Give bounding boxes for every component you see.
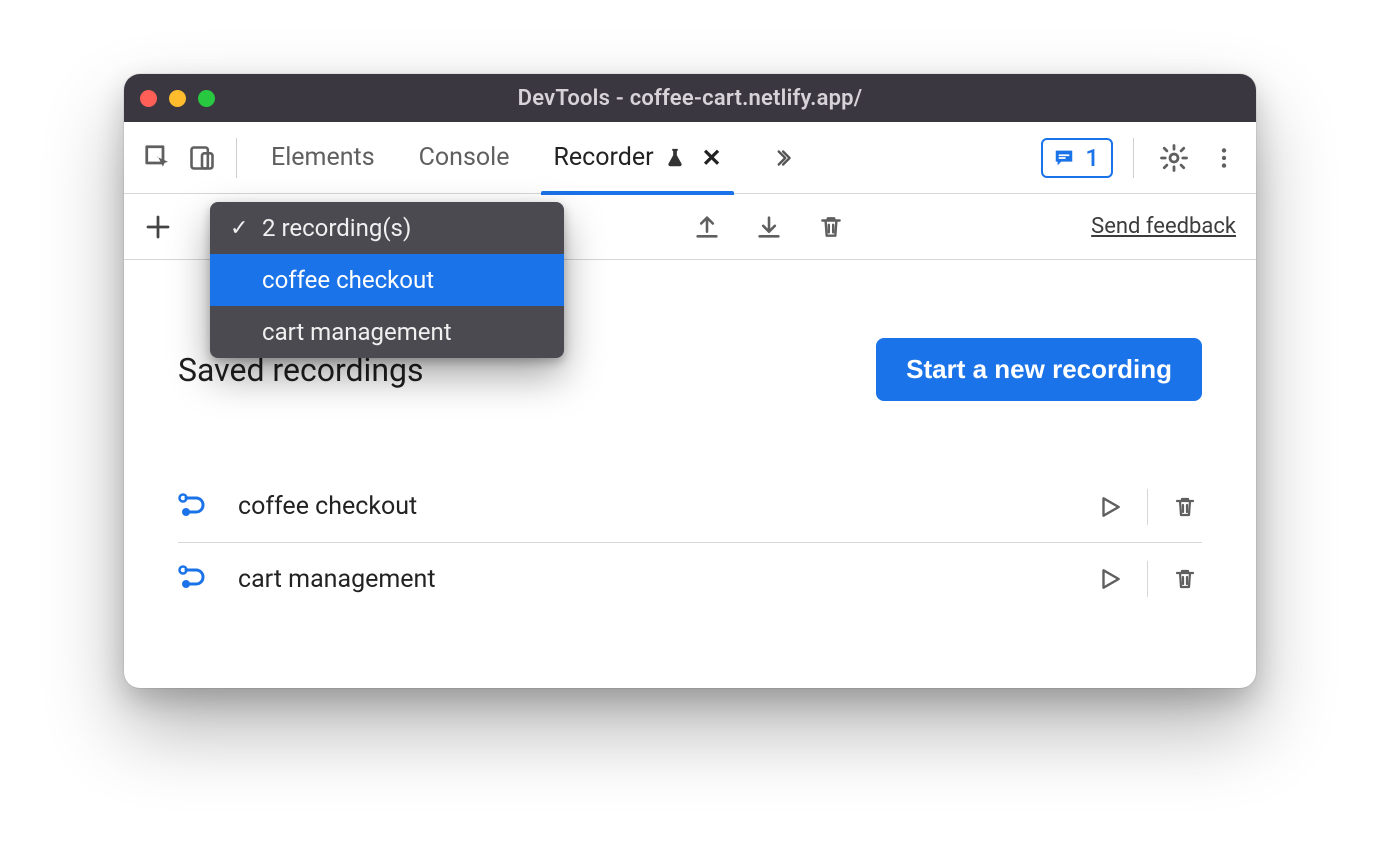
devtools-window: DevTools - coffee-cart.netlify.app/ Elem… <box>124 74 1256 688</box>
play-recording-icon[interactable] <box>1093 490 1127 524</box>
tab-elements-label: Elements <box>271 143 375 172</box>
close-window-button[interactable] <box>140 90 157 107</box>
send-feedback-link[interactable]: Send feedback <box>1091 214 1236 239</box>
tab-recorder[interactable]: Recorder ✕ <box>549 122 725 194</box>
dropdown-item[interactable]: cart management <box>210 306 564 358</box>
device-toolbar-icon[interactable] <box>182 138 222 178</box>
recording-row[interactable]: cart management <box>178 543 1202 615</box>
recordings-list: coffee checkout car <box>178 471 1202 615</box>
tab-elements[interactable]: Elements <box>267 122 379 194</box>
dropdown-summary-item[interactable]: ✓ 2 recording(s) <box>210 202 564 254</box>
row-divider <box>1147 489 1148 525</box>
recording-name: coffee checkout <box>238 492 1067 521</box>
issues-badge[interactable]: 1 <box>1041 138 1113 178</box>
devtools-tabs: Elements Console Recorder ✕ <box>267 122 802 194</box>
settings-icon[interactable] <box>1154 138 1194 178</box>
check-icon: ✓ <box>230 216 248 241</box>
dropdown-item[interactable]: coffee checkout <box>210 254 564 306</box>
window-controls <box>140 90 215 107</box>
more-tabs-icon[interactable] <box>762 138 802 178</box>
recordings-dropdown[interactable]: ✓ 2 recording(s) coffee checkout cart ma… <box>210 202 564 358</box>
devtools-tabs-toolbar: Elements Console Recorder ✕ <box>124 122 1256 194</box>
message-icon <box>1053 147 1075 169</box>
recording-name: cart management <box>238 565 1067 594</box>
tab-console-label: Console <box>419 143 510 172</box>
delete-icon[interactable] <box>814 210 848 244</box>
tab-recorder-label: Recorder <box>553 143 653 172</box>
issues-count: 1 <box>1085 144 1099 172</box>
dropdown-summary-label: 2 recording(s) <box>262 214 411 242</box>
close-tab-icon[interactable]: ✕ <box>702 144 722 172</box>
flow-icon <box>178 564 212 594</box>
inspect-element-icon[interactable] <box>138 138 178 178</box>
dropdown-item-label: coffee checkout <box>262 266 434 294</box>
add-recording-icon[interactable] <box>138 207 178 247</box>
import-icon[interactable] <box>752 210 786 244</box>
dropdown-item-label: cart management <box>262 318 452 346</box>
experiment-icon <box>664 147 686 169</box>
minimize-window-button[interactable] <box>169 90 186 107</box>
toolbar-divider <box>1133 138 1134 178</box>
delete-recording-icon[interactable] <box>1168 490 1202 524</box>
titlebar: DevTools - coffee-cart.netlify.app/ <box>124 74 1256 122</box>
window-title: DevTools - coffee-cart.netlify.app/ <box>124 86 1256 111</box>
tab-console[interactable]: Console <box>415 122 514 194</box>
start-recording-button[interactable]: Start a new recording <box>876 338 1202 401</box>
delete-recording-icon[interactable] <box>1168 562 1202 596</box>
recording-row[interactable]: coffee checkout <box>178 471 1202 543</box>
zoom-window-button[interactable] <box>198 90 215 107</box>
export-icon[interactable] <box>690 210 724 244</box>
flow-icon <box>178 492 212 522</box>
toolbar-divider <box>236 138 237 178</box>
row-divider <box>1147 561 1148 597</box>
kebab-menu-icon[interactable] <box>1204 138 1244 178</box>
play-recording-icon[interactable] <box>1093 562 1127 596</box>
